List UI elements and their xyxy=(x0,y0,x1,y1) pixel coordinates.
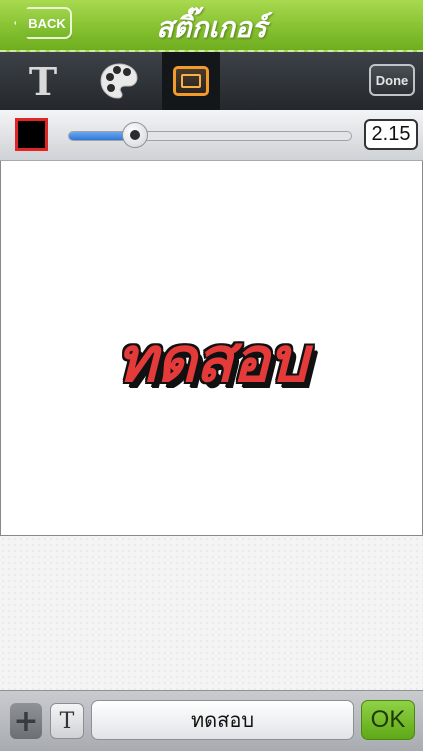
slider-knob[interactable] xyxy=(122,122,149,148)
text-tool-icon[interactable]: T xyxy=(14,52,72,110)
palette-icon-graphic xyxy=(100,63,138,99)
knob-dot xyxy=(130,130,141,140)
stroke-color-swatch[interactable] xyxy=(15,118,48,151)
stroke-width-slider[interactable] xyxy=(68,122,352,148)
add-button[interactable]: + xyxy=(10,703,42,739)
frame-icon-inner xyxy=(181,74,201,88)
stroke-controls: 2.15 xyxy=(0,110,423,161)
bottom-input-bar: + T ทดสอบ OK xyxy=(0,690,423,751)
palette-icon[interactable] xyxy=(90,52,148,110)
ok-button[interactable]: OK xyxy=(361,700,415,740)
font-button[interactable]: T xyxy=(50,703,84,739)
stroke-width-value: 2.15 xyxy=(364,119,418,150)
sticker-canvas[interactable]: ทดสอบ xyxy=(0,161,423,536)
done-button[interactable]: Done xyxy=(369,64,415,96)
page-title: สติ๊กเกอร์ xyxy=(156,11,267,44)
frame-icon[interactable] xyxy=(162,52,220,110)
app-header: BACK สติ๊กเกอร์ xyxy=(0,0,423,52)
background-area xyxy=(0,536,423,690)
sticker-text[interactable]: ทดสอบ xyxy=(1,311,422,409)
frame-icon-outer xyxy=(173,66,209,96)
editor-toolbar: T Done xyxy=(0,52,423,110)
sticker-text-field[interactable]: ทดสอบ xyxy=(91,700,354,740)
